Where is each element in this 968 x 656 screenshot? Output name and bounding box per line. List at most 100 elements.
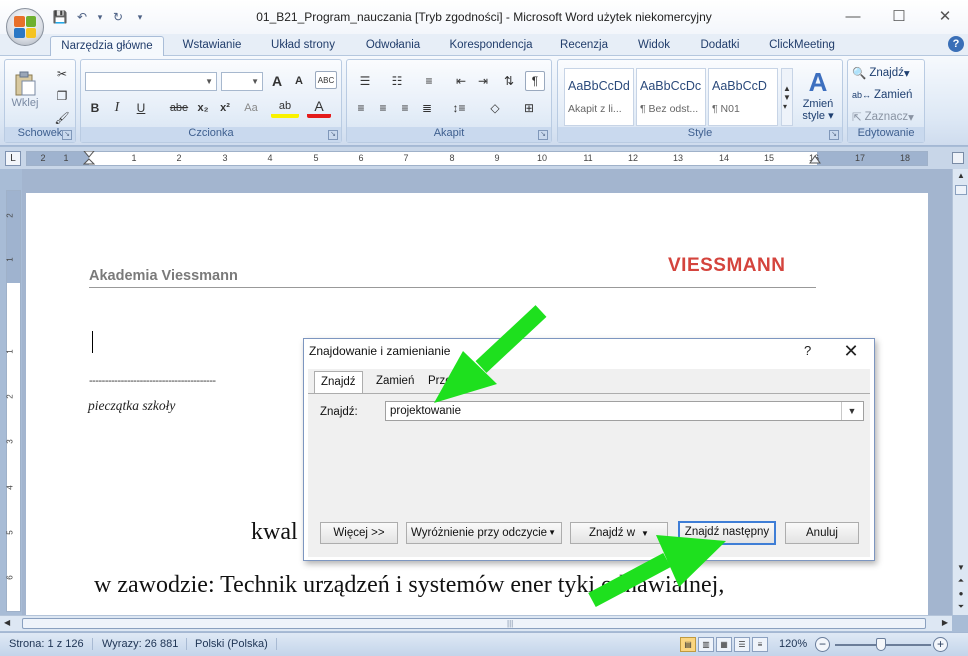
style-item-akapit[interactable]: AaBbCcDdI Akapit z li...: [564, 68, 634, 126]
format-painter-icon[interactable]: 🖌: [53, 108, 71, 128]
tab-home[interactable]: Narzędzia główne: [50, 36, 164, 56]
dialog-tab-replace[interactable]: Zamień: [370, 371, 420, 393]
tab-references[interactable]: Odwołania: [355, 36, 431, 56]
sort-icon[interactable]: ⇅: [499, 71, 519, 91]
underline-button[interactable]: U: [131, 98, 151, 118]
find-input[interactable]: [385, 401, 864, 421]
vertical-scroll-thumb[interactable]: [955, 185, 967, 195]
scroll-right-icon[interactable]: ▶: [942, 618, 948, 627]
subscript-button[interactable]: x₂: [193, 98, 213, 118]
next-page-icon[interactable]: ⏷: [954, 600, 968, 613]
borders-icon[interactable]: ⊞: [515, 98, 543, 118]
superscript-button[interactable]: x²: [215, 98, 235, 118]
font-name-combo[interactable]: ▼: [85, 72, 217, 91]
find-next-button[interactable]: Znajdź następny: [678, 521, 776, 545]
previous-page-icon[interactable]: ⏶: [954, 574, 968, 587]
grow-font-button[interactable]: A: [267, 71, 287, 91]
clipboard-launcher-icon[interactable]: ↘: [62, 130, 72, 140]
font-launcher-icon[interactable]: ↘: [328, 130, 338, 140]
zoom-slider-thumb[interactable]: [876, 638, 886, 651]
styles-scroll[interactable]: ▲ ▼ ▾: [781, 68, 793, 126]
decrease-indent-icon[interactable]: ⇤: [451, 71, 471, 91]
indent-marker-icon[interactable]: [83, 151, 95, 167]
zoom-in-button[interactable]: +: [933, 637, 948, 652]
find-in-button[interactable]: Znajdź w ▼: [570, 522, 668, 544]
change-styles-button[interactable]: A Zmień style ▾: [798, 64, 838, 124]
word-count-status[interactable]: Wyrazy: 26 881: [102, 638, 188, 650]
tab-insert[interactable]: Wstawianie: [170, 36, 254, 56]
select-button[interactable]: ⇱ Zaznacz ▾: [852, 107, 922, 127]
reading-highlight-button[interactable]: Wyróżnienie przy odczycie ▼: [406, 522, 562, 544]
numbering-icon[interactable]: ☷: [383, 71, 411, 91]
dialog-close-button[interactable]: ✕: [840, 340, 862, 362]
copy-icon[interactable]: ❐: [53, 86, 71, 106]
tab-review[interactable]: Recenzja: [552, 36, 616, 56]
multilevel-list-icon[interactable]: ≡: [415, 71, 443, 91]
browse-object-icon[interactable]: ●: [954, 587, 968, 600]
find-history-dropdown-icon[interactable]: ▼: [841, 402, 862, 420]
scroll-down-icon[interactable]: ▼: [954, 561, 968, 574]
styles-launcher-icon[interactable]: ↘: [829, 130, 839, 140]
show-paragraph-marks-button[interactable]: ¶: [525, 71, 545, 91]
language-status[interactable]: Polski (Polska): [195, 638, 277, 650]
font-size-combo[interactable]: ▼: [221, 72, 263, 91]
zoom-out-button[interactable]: −: [815, 637, 830, 652]
increase-indent-icon[interactable]: ⇥: [473, 71, 493, 91]
vertical-scrollbar[interactable]: ▲ ▼ ⏶ ● ⏷: [952, 169, 968, 615]
tab-mailings[interactable]: Korespondencja: [440, 36, 542, 56]
align-right-icon[interactable]: ≡: [395, 98, 415, 118]
shrink-font-button[interactable]: A: [289, 71, 309, 91]
close-button[interactable]: ✕: [922, 0, 968, 32]
tab-addins[interactable]: Dodatki: [689, 36, 751, 56]
style-item-n01[interactable]: AaBbCcD ¶ N01: [708, 68, 778, 126]
justify-icon[interactable]: ≣: [417, 98, 437, 118]
align-center-icon[interactable]: ≡: [373, 98, 393, 118]
dialog-tab-goto[interactable]: Prze: [422, 371, 458, 393]
stamp-line: ----------------------------------------: [89, 375, 216, 387]
scroll-up-icon[interactable]: ▲: [954, 169, 968, 183]
dialog-tab-find[interactable]: Znajdź: [314, 371, 363, 393]
cancel-button[interactable]: Anuluj: [785, 522, 859, 544]
dialog-help-button[interactable]: ?: [804, 343, 811, 358]
zoom-level[interactable]: 120%: [779, 638, 807, 650]
web-layout-view-icon[interactable]: ▦: [716, 637, 732, 652]
tab-page-layout[interactable]: Układ strony: [262, 36, 344, 56]
scroll-left-icon[interactable]: ◀: [4, 618, 10, 627]
strikethrough-button[interactable]: abe: [167, 98, 191, 118]
ribbon-tabs: Narzędzia główne Wstawianie Układ strony…: [0, 34, 968, 56]
tab-clickmeeting[interactable]: ClickMeeting: [760, 36, 844, 56]
minimize-button[interactable]: —: [830, 0, 876, 32]
bullets-icon[interactable]: ☰: [351, 71, 379, 91]
outline-view-icon[interactable]: ☰: [734, 637, 750, 652]
bold-button[interactable]: B: [85, 98, 105, 118]
change-case-button[interactable]: Aa: [239, 98, 263, 118]
full-screen-reading-view-icon[interactable]: ▥: [698, 637, 714, 652]
shading-icon[interactable]: ◇: [481, 98, 509, 118]
right-indent-marker-icon[interactable]: [809, 155, 821, 165]
font-color-button[interactable]: A: [307, 98, 331, 118]
paste-button[interactable]: Wklej: [9, 64, 41, 116]
view-ruler-icon[interactable]: [952, 152, 964, 164]
draft-view-icon[interactable]: ≡: [752, 637, 768, 652]
style-item-bez-odstepow[interactable]: AaBbCcDc ¶ Bez odst...: [636, 68, 706, 126]
clear-formatting-button[interactable]: ABC: [315, 71, 337, 89]
print-layout-view-icon[interactable]: ▤: [680, 637, 696, 652]
line-spacing-icon[interactable]: ↕≡: [445, 98, 473, 118]
tab-view[interactable]: Widok: [627, 36, 681, 56]
italic-button[interactable]: I: [107, 98, 127, 118]
replace-button[interactable]: ab↔ Zamień: [852, 85, 922, 105]
office-button[interactable]: [6, 8, 44, 46]
find-button[interactable]: 🔍 Znajdź ▾: [852, 63, 922, 83]
tab-selector-button[interactable]: L: [5, 151, 21, 166]
page-count-status[interactable]: Strona: 1 z 126: [9, 638, 93, 650]
more-button[interactable]: Więcej >>: [320, 522, 398, 544]
paragraph-launcher-icon[interactable]: ↘: [538, 130, 548, 140]
horizontal-scroll-thumb[interactable]: |||: [22, 618, 926, 629]
horizontal-ruler[interactable]: 2 1 1 2 3 4 5 6 7 8 9 10 11 12 13 14 15 …: [26, 151, 928, 166]
align-left-icon[interactable]: ≡: [351, 98, 371, 118]
horizontal-scrollbar[interactable]: ◀ ||| ▶: [0, 615, 952, 631]
help-icon[interactable]: ?: [948, 36, 964, 52]
maximize-button[interactable]: ☐: [876, 0, 922, 32]
cut-icon[interactable]: ✂: [53, 64, 71, 84]
highlight-button[interactable]: ab: [271, 98, 299, 118]
